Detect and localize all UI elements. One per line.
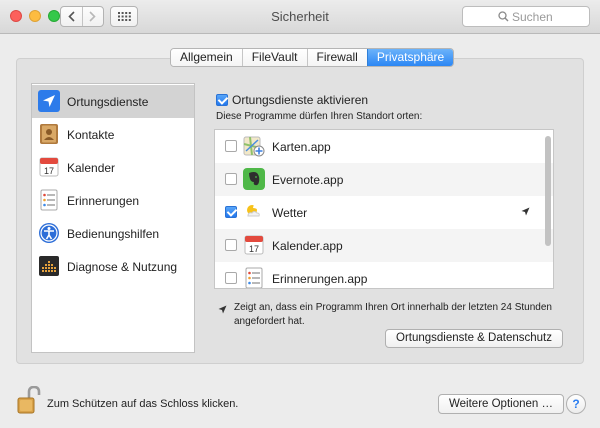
lock-icon[interactable] — [17, 386, 41, 414]
chevron-left-icon — [68, 11, 75, 22]
reminders-list-icon — [40, 189, 58, 211]
calendar-icon: 17 — [39, 157, 59, 177]
more-options-button[interactable]: Weitere Optionen … — [438, 394, 564, 414]
checkbox-checked[interactable] — [216, 94, 228, 106]
app-name: Kalender.app — [272, 239, 343, 253]
privacy-category-list: Ortungsdienste Kontakte 17 Kalender Erin… — [31, 83, 195, 353]
sidebar-item-kontakte[interactable]: Kontakte — [32, 118, 194, 151]
location-services-pane: Ortungsdienste aktivieren Diese Programm… — [202, 83, 566, 353]
history-nav — [60, 6, 104, 27]
evernote-icon — [243, 168, 265, 190]
window-title: Sicherheit — [271, 9, 329, 24]
title-bar: Sicherheit Suchen — [0, 0, 600, 34]
show-all-button[interactable] — [110, 6, 138, 27]
close-window-button[interactable] — [10, 10, 22, 22]
recent-location-note: Zeigt an, dass ein Programm Ihren Ort in… — [218, 301, 558, 329]
sidebar-item-erinnerungen[interactable]: Erinnerungen — [32, 184, 194, 217]
reminders-list-icon — [245, 267, 263, 288]
accessibility-icon — [39, 223, 59, 243]
minimize-window-button[interactable] — [29, 10, 41, 22]
app-name: Wetter — [272, 206, 308, 220]
app-checkbox[interactable] — [225, 206, 237, 218]
search-icon — [498, 11, 509, 22]
lock-text: Zum Schützen auf das Schloss klicken. — [47, 398, 239, 410]
sidebar-item-label: Bedienungshilfen — [67, 226, 160, 241]
calendar-icon: 17 — [244, 235, 264, 255]
diagnostics-grid-icon — [39, 256, 59, 276]
list-item-evernote: Evernote.app — [215, 163, 553, 196]
app-checkbox[interactable] — [225, 140, 237, 152]
sidebar-item-bedienungshilfen[interactable]: Bedienungshilfen — [32, 217, 194, 250]
app-checkbox[interactable] — [225, 272, 237, 284]
scrollbar-thumb[interactable] — [545, 136, 551, 246]
app-name: Evernote.app — [272, 173, 344, 187]
recent-location-arrow-icon — [521, 207, 530, 216]
app-name: Erinnerungen.app — [272, 272, 368, 286]
app-checkbox[interactable] — [225, 173, 237, 185]
sidebar-item-label: Ortungsdienste — [67, 94, 149, 109]
list-item-erinnerungen: Erinnerungen.app — [215, 262, 553, 288]
sidebar-item-label: Diagnose & Nutzung — [67, 259, 178, 274]
help-button[interactable]: ? — [566, 394, 586, 414]
tab-allgemein[interactable]: Allgemein — [171, 49, 242, 66]
enable-location-label: Ortungsdienste aktivieren — [232, 93, 369, 107]
list-item-kalender: 17 Kalender.app — [215, 229, 553, 262]
app-checkbox[interactable] — [225, 239, 237, 251]
tab-bar: Allgemein FileVault Firewall Privatsphär… — [170, 48, 455, 67]
sidebar-item-label: Kontakte — [67, 127, 115, 142]
sidebar-item-label: Erinnerungen — [67, 193, 140, 208]
location-app-list: Karten.app Evernote.app Wetter 17 Kalend… — [214, 129, 554, 289]
maps-icon — [243, 136, 265, 157]
sidebar-item-diagnose[interactable]: Diagnose & Nutzung — [32, 250, 194, 283]
location-arrow-icon — [38, 90, 60, 112]
sidebar-item-ortungsdienste[interactable]: Ortungsdienste — [32, 85, 194, 118]
app-name: Karten.app — [272, 140, 331, 154]
chevron-right-icon — [89, 11, 96, 22]
list-item-karten: Karten.app — [215, 130, 553, 163]
note-text: Zeigt an, dass ein Programm Ihren Ort in… — [234, 302, 552, 327]
svg-text:17: 17 — [249, 244, 259, 254]
tab-privatsphaere[interactable]: Privatsphäre — [366, 49, 454, 66]
svg-text:17: 17 — [44, 166, 54, 176]
search-placeholder: Suchen — [512, 10, 553, 24]
location-privacy-button[interactable]: Ortungsdienste & Datenschutz — [385, 329, 563, 348]
contacts-book-icon — [40, 124, 58, 144]
forward-button[interactable] — [81, 7, 104, 26]
search-input[interactable]: Suchen — [462, 6, 590, 27]
weather-icon — [247, 204, 260, 217]
sidebar-item-label: Kalender — [67, 160, 116, 175]
location-arrow-icon — [218, 305, 227, 314]
zoom-window-button[interactable] — [48, 10, 60, 22]
list-item-wetter: Wetter — [215, 196, 553, 229]
sidebar-item-kalender[interactable]: 17 Kalender — [32, 151, 194, 184]
apps-description: Diese Programme dürfen Ihren Standort or… — [216, 111, 423, 122]
tab-filevault[interactable]: FileVault — [241, 49, 307, 66]
back-button[interactable] — [61, 7, 82, 26]
grid-icon — [117, 12, 131, 21]
enable-location-services-checkbox[interactable]: Ortungsdienste aktivieren — [216, 93, 368, 107]
tab-firewall[interactable]: Firewall — [306, 49, 367, 66]
